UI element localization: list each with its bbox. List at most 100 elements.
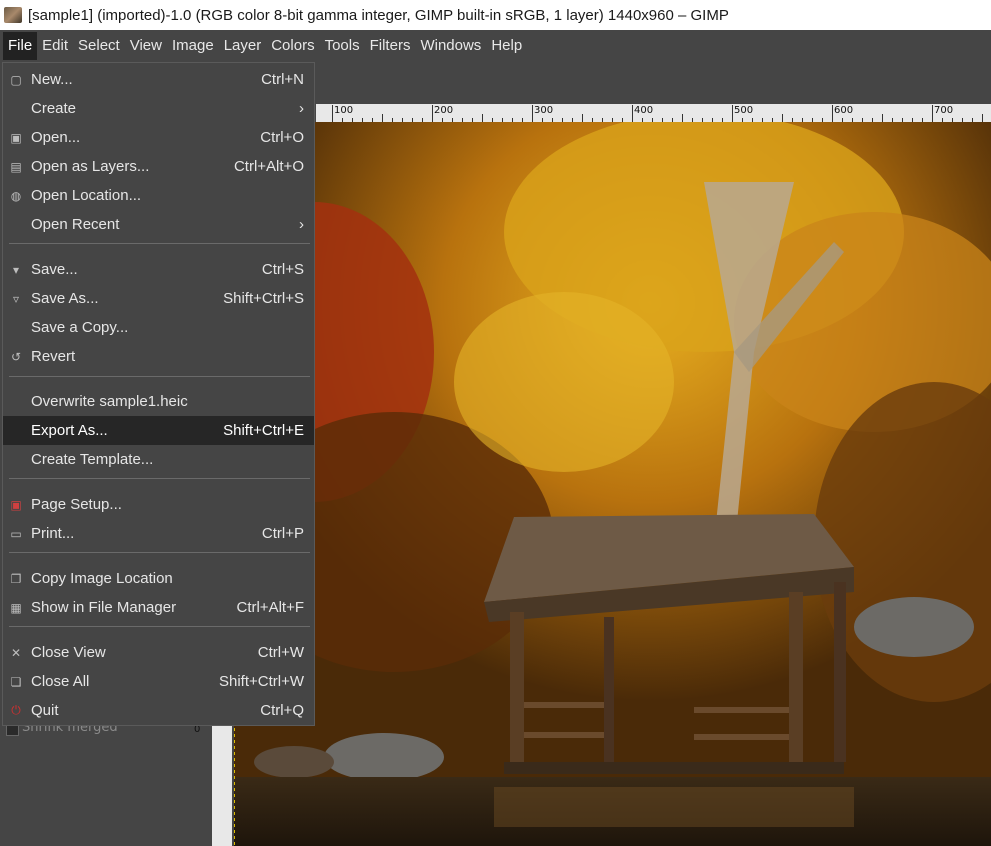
- menu-view[interactable]: View: [125, 32, 167, 60]
- hruler-label: 700: [934, 105, 954, 116]
- menu-item-shortcut: Ctrl+Alt+O: [233, 158, 304, 175]
- close-all-icon: ❏: [10, 674, 22, 689]
- save-icon: ▾: [12, 262, 20, 277]
- menu-item-shortcut: Ctrl+Alt+F: [236, 599, 304, 616]
- menu-item-label: Overwrite sample1.heic: [31, 393, 188, 410]
- menu-item-label: Save a Copy...: [31, 319, 129, 336]
- menu-item-label: Copy Image Location: [31, 570, 173, 587]
- menu-item-label: Revert: [31, 348, 76, 365]
- ruler-tick: [782, 114, 783, 122]
- ruler-tick: [432, 105, 433, 122]
- ruler-tick: [732, 105, 733, 122]
- ruler-tick: [482, 114, 483, 122]
- menu-item-shortcut: Ctrl+O: [260, 129, 304, 146]
- ruler-tick: [532, 105, 533, 122]
- ruler-tick: [832, 105, 833, 122]
- menu-item-show-in-file-manager[interactable]: ▦ Show in File Manager Ctrl+Alt+F: [3, 593, 314, 622]
- menu-item-print[interactable]: ▭ Print... Ctrl+P: [3, 519, 314, 548]
- submenu-arrow-icon: ›: [299, 216, 304, 233]
- menu-item-quit[interactable]: ⏻ Quit Ctrl+Q: [3, 696, 314, 725]
- file-manager-icon: ▦: [10, 600, 22, 615]
- menu-item-label: Save As...: [31, 290, 99, 307]
- new-image-icon: ▢: [10, 72, 22, 87]
- close-icon: ✕: [10, 645, 22, 660]
- ruler-tick: [882, 114, 883, 122]
- page-setup-icon: ▣: [10, 497, 22, 512]
- open-icon: ▣: [10, 130, 22, 145]
- menu-file[interactable]: File: [3, 32, 38, 60]
- hruler-label: 300: [534, 105, 554, 116]
- menu-item-label: Open Location...: [31, 187, 142, 204]
- ruler-tick: [582, 114, 583, 122]
- menu-layer[interactable]: Layer: [219, 32, 267, 60]
- menu-separator: [9, 478, 310, 479]
- menu-item-open-location[interactable]: ◍ Open Location...: [3, 181, 314, 210]
- menu-item-label: Create: [31, 100, 77, 117]
- hruler-label: 200: [434, 105, 454, 116]
- menu-item-close-view[interactable]: ✕ Close View Ctrl+W: [3, 638, 314, 667]
- menu-item-shortcut: Shift+Ctrl+E: [223, 422, 304, 439]
- menu-item-open-recent[interactable]: Open Recent ›: [3, 210, 314, 239]
- menu-item-save-a-copy[interactable]: Save a Copy...: [3, 313, 314, 342]
- menu-separator: [9, 626, 310, 627]
- menu-edit[interactable]: Edit: [37, 32, 73, 60]
- menu-item-open[interactable]: ▣ Open... Ctrl+O: [3, 123, 314, 152]
- print-icon: ▭: [10, 526, 22, 541]
- menu-item-shortcut: Ctrl+Q: [260, 702, 304, 719]
- menu-item-open-as-layers[interactable]: ▤ Open as Layers... Ctrl+Alt+O: [3, 152, 314, 181]
- menu-item-label: Print...: [31, 525, 75, 542]
- horizontal-ruler[interactable]: 100 200 300 400 500 600 700: [316, 104, 991, 122]
- menu-item-shortcut: Ctrl+N: [261, 71, 304, 88]
- menu-bar: File Edit Select View Image Layer Colors…: [0, 30, 991, 62]
- menu-item-page-setup[interactable]: ▣ Page Setup...: [3, 490, 314, 519]
- menu-item-label: Export As...: [31, 422, 108, 439]
- menu-item-save-as[interactable]: ▿ Save As... Shift+Ctrl+S: [3, 284, 314, 313]
- window-title: [sample1] (imported)-1.0 (RGB color 8-bi…: [28, 6, 729, 24]
- menu-item-close-all[interactable]: ❏ Close All Shift+Ctrl+W: [3, 667, 314, 696]
- menu-item-copy-image-location[interactable]: ❐ Copy Image Location: [3, 564, 314, 593]
- menu-item-label: Create Template...: [31, 451, 154, 468]
- menu-item-overwrite[interactable]: Overwrite sample1.heic: [3, 387, 314, 416]
- menu-item-label: Open Recent: [31, 216, 120, 233]
- menu-item-label: Close View: [31, 644, 106, 661]
- menu-tools[interactable]: Tools: [320, 32, 365, 60]
- menu-item-label: Show in File Manager: [31, 599, 177, 616]
- globe-icon: ◍: [10, 188, 22, 203]
- menu-item-label: Open as Layers...: [31, 158, 150, 175]
- menu-item-shortcut: Shift+Ctrl+S: [223, 290, 304, 307]
- menu-item-shortcut: Ctrl+W: [257, 644, 304, 661]
- ruler-tick: [632, 105, 633, 122]
- ruler-tick: [982, 114, 983, 122]
- menu-item-save[interactable]: ▾ Save... Ctrl+S: [3, 255, 314, 284]
- menu-separator: [9, 552, 310, 553]
- autumn-gazebo-image: [234, 122, 991, 846]
- menu-windows[interactable]: Windows: [415, 32, 486, 60]
- menu-item-label: Save...: [31, 261, 78, 278]
- image-canvas[interactable]: [234, 122, 991, 846]
- menu-item-shortcut: Ctrl+P: [261, 525, 304, 542]
- menu-item-revert[interactable]: ↺ Revert: [3, 342, 314, 371]
- menu-item-label: New...: [31, 71, 73, 88]
- menu-colors[interactable]: Colors: [266, 32, 319, 60]
- menu-item-create[interactable]: Create ›: [3, 94, 314, 123]
- copy-icon: ❐: [10, 571, 22, 586]
- save-as-icon: ▿: [12, 291, 20, 306]
- revert-icon: ↺: [10, 349, 22, 364]
- menu-filters[interactable]: Filters: [365, 32, 416, 60]
- open-layers-icon: ▤: [10, 159, 22, 174]
- ruler-tick: [382, 114, 383, 122]
- menu-separator: [9, 243, 310, 244]
- title-bar: [sample1] (imported)-1.0 (RGB color 8-bi…: [0, 0, 991, 30]
- menu-select[interactable]: Select: [73, 32, 125, 60]
- menu-item-create-template[interactable]: Create Template...: [3, 445, 314, 474]
- menu-image[interactable]: Image: [167, 32, 219, 60]
- hruler-label: 500: [734, 105, 754, 116]
- hruler-label: 100: [334, 105, 354, 116]
- menu-item-label: Quit: [31, 702, 59, 719]
- gimp-app-icon: [4, 7, 22, 23]
- menu-help[interactable]: Help: [486, 32, 527, 60]
- menu-item-new[interactable]: ▢ New... Ctrl+N: [3, 65, 314, 94]
- menu-item-label: Open...: [31, 129, 81, 146]
- menu-item-shortcut: Shift+Ctrl+W: [218, 673, 304, 690]
- menu-item-export-as[interactable]: Export As... Shift+Ctrl+E: [3, 416, 314, 445]
